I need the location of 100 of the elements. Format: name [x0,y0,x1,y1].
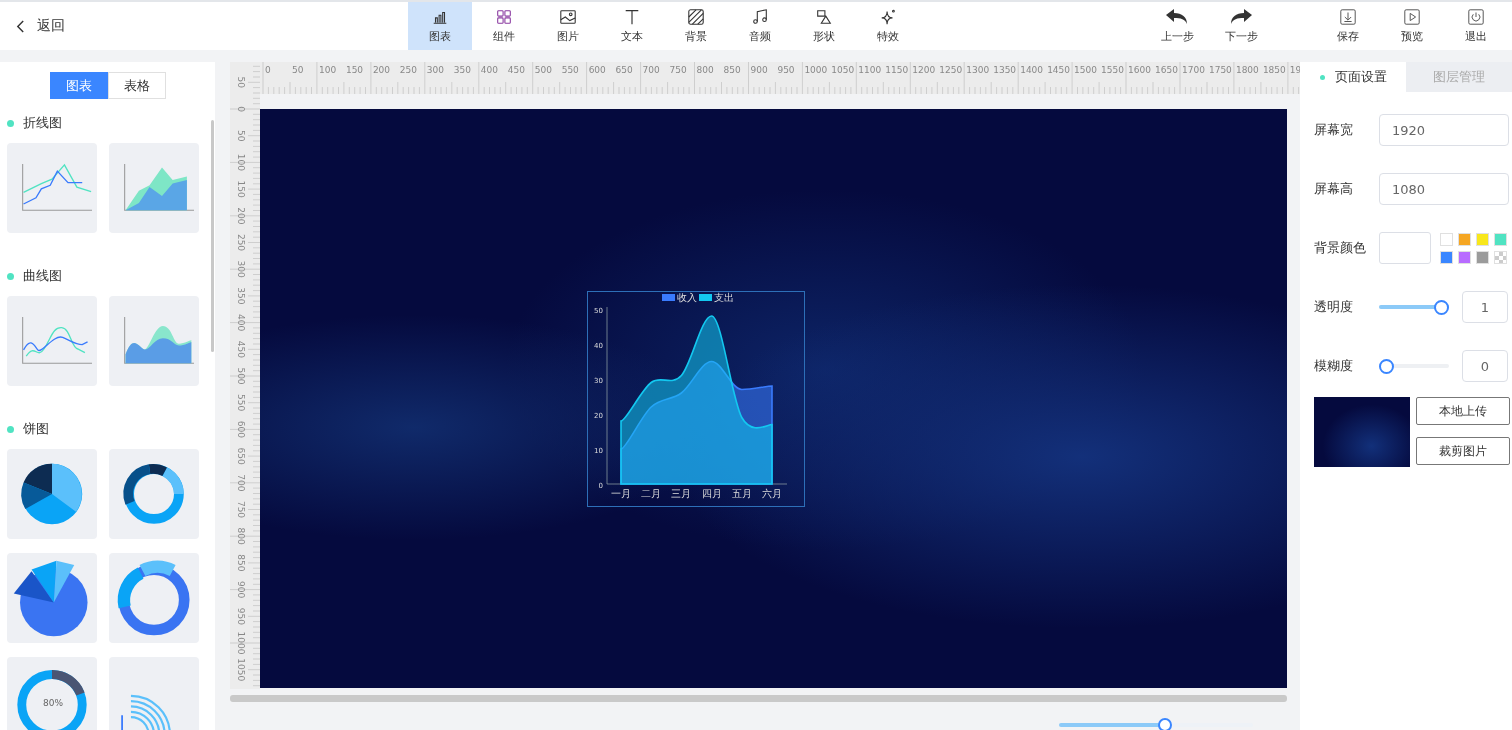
scrollbar[interactable] [230,695,1287,702]
slider[interactable] [1379,299,1449,315]
ruler-label: 200 [236,207,246,225]
toolbar-tab[interactable]: 图片 [536,2,600,50]
ruler-label: 150 [345,65,364,75]
toolbar-tab[interactable]: 音频 [728,2,792,50]
download-icon [1339,8,1357,26]
redo-button[interactable]: 下一步 [1209,2,1273,50]
axis-tick-label: 六月 [762,488,782,499]
ruler-label: 1650 [1155,65,1178,75]
section-title: 曲线图 [23,267,62,285]
toolbar-tab[interactable]: 背景 [664,2,728,50]
ruler-label: 1250 [939,65,963,75]
ruler-label: 450 [236,340,246,358]
undo-button[interactable]: 上一步 [1145,2,1209,50]
legend-swatch [699,294,712,301]
image-button[interactable]: 本地上传 [1416,397,1510,425]
preview-button[interactable]: 预览 [1380,2,1444,50]
toolbar-tab[interactable]: 特效 [856,2,920,50]
slider[interactable] [1379,358,1449,374]
ruler-label: 700 [236,474,246,492]
color-swatch[interactable] [1494,232,1507,246]
bullet-dot-icon [7,272,14,280]
field-label: 屏幕高 [1314,180,1354,198]
save-button[interactable]: 保存 [1316,2,1380,50]
number-field[interactable]: 0 [1462,350,1508,382]
thumbnail-card[interactable]: 80% [7,657,97,730]
ruler-label: 350 [453,65,471,75]
ruler-label: 400 [480,65,498,75]
ruler-label: 250 [399,65,418,75]
sparkle-icon [879,8,897,26]
play-icon [1403,8,1421,26]
percentage-label: 80% [43,698,63,708]
zoom-slider[interactable] [1059,718,1253,730]
toolbar-tab[interactable]: 图表 [408,2,472,50]
axis-tick-label: 一月 [611,488,631,499]
legend-label: 支出 [714,292,734,303]
ruler-label: 650 [615,65,633,75]
field-label: 透明度 [1314,298,1354,316]
input-field[interactable]: 1920 [1379,114,1509,146]
scrollbar[interactable] [211,120,214,352]
axis-tick-label: 三月 [671,488,692,499]
color-swatch[interactable] [1476,232,1489,246]
ruler-label: 50 [236,129,246,142]
ruler-label: 550 [561,65,579,75]
ruler-label: 1700 [1182,65,1205,75]
section-title: 折线图 [23,114,62,132]
ruler-label: 500 [534,65,552,75]
ruler-label: 250 [236,233,246,252]
color-swatch[interactable] [1458,232,1471,246]
ruler-label: 850 [723,65,741,75]
toolbar-tab[interactable]: 组件 [472,2,536,50]
color-swatch[interactable] [1440,232,1453,246]
image-button[interactable]: 裁剪图片 [1416,437,1510,465]
ruler-label: 950 [777,65,795,75]
ruler-label: 0 [265,65,271,75]
legend-swatch [662,294,675,301]
bullet-dot-icon [7,119,14,127]
toolbar-tab[interactable]: 文本 [600,2,664,50]
ruler-label: 1050 [831,65,855,75]
ruler-label: 800 [696,65,714,75]
ruler-label: 0 [236,106,246,112]
back-button[interactable]: 返回 [0,2,100,50]
ruler-label: 1400 [1020,65,1044,75]
number-field[interactable]: 1 [1462,291,1508,323]
legend-label: 收入 [677,292,697,303]
exit-button[interactable]: 退出 [1444,2,1508,50]
grid-icon [495,8,513,26]
ruler-label: 550 [236,394,246,412]
ruler-label: 700 [642,65,660,75]
ruler-label: 300 [426,65,444,75]
color-swatch[interactable] [1440,250,1453,264]
ruler-label: 1350 [993,65,1017,75]
axis-tick-label: 二月 [641,488,662,499]
shapes-icon [815,8,833,26]
ruler-label: 1050 [236,658,246,682]
ruler-label: 850 [236,554,246,572]
color-field[interactable] [1379,232,1431,264]
ruler-label: 150 [236,180,246,198]
chevron-left-icon [16,19,25,33]
ruler-label: 350 [236,287,246,305]
ruler-label: 100 [236,153,246,171]
ruler-label: 100 [318,65,337,75]
panel-tab[interactable]: 表格 [107,72,166,99]
ruler-label: 500 [236,367,246,385]
ruler-label: 750 [236,500,246,519]
transparent-swatch[interactable] [1494,250,1507,264]
ruler-label: 1450 [1047,65,1071,75]
ruler-label: 950 [236,607,246,625]
power-icon [1467,8,1485,26]
color-swatch[interactable] [1458,250,1471,264]
music-note-icon [751,8,769,26]
ruler-label: 1800 [1235,65,1259,75]
thumbnail-card[interactable] [109,657,199,730]
toolbar-tab[interactable]: 形状 [792,2,856,50]
ruler-label: 1100 [858,65,882,75]
color-swatch[interactable] [1476,250,1489,264]
input-field[interactable]: 1080 [1379,173,1509,205]
ruler-label: 400 [236,314,246,332]
ruler-label: 200 [372,65,391,75]
